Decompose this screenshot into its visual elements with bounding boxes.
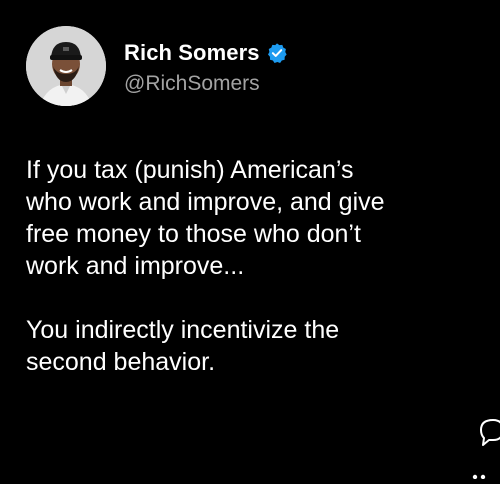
verified-badge-icon: [266, 42, 288, 64]
tweet-header: Rich Somers @RichSomers: [26, 26, 288, 106]
author-handle[interactable]: @RichSomers: [124, 72, 288, 96]
more-icon[interactable]: [470, 466, 500, 480]
tweet-text: If you tax (punish) American’s who work …: [26, 154, 476, 378]
author-identity: Rich Somers @RichSomers: [124, 36, 288, 96]
tweet-line: work and improve...: [26, 252, 245, 280]
name-row: Rich Somers: [124, 36, 288, 70]
tweet-line: You indirectly incentivize the: [26, 316, 340, 344]
avatar[interactable]: [26, 26, 106, 106]
tweet-line: If you tax (punish) American’s: [26, 156, 354, 184]
tweet-line: who work and improve, and give: [26, 188, 385, 216]
tweet-line: free money to those who don’t: [26, 220, 361, 248]
tweet-line: second behavior.: [26, 348, 216, 376]
profile-photo: [26, 26, 106, 106]
author-display-name[interactable]: Rich Somers: [124, 40, 260, 66]
speech-bubble-icon[interactable]: [480, 418, 500, 446]
